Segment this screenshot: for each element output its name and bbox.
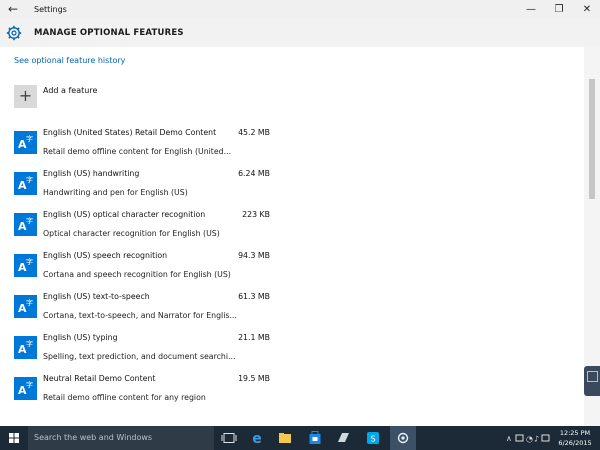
feature-description: Spelling, text prediction, and document … xyxy=(43,352,236,361)
pinned-app-icon[interactable] xyxy=(330,426,356,450)
language-feature-icon: A字 xyxy=(14,131,37,154)
edge-browser-icon[interactable]: e xyxy=(244,426,270,450)
feature-item[interactable]: A 字 English (US) speech recognition 94.3 MB… xyxy=(14,251,276,285)
feature-size: 94.3 MB xyxy=(238,251,270,260)
skype-icon[interactable]: S xyxy=(360,426,386,450)
language-feature-icon: A字 xyxy=(14,295,37,318)
feature-size: 6.24 MB xyxy=(238,169,270,178)
svg-text:S: S xyxy=(370,435,375,444)
feature-item[interactable]: A 字 English (US) handwriting 6.24 MB Handwri… xyxy=(14,169,276,203)
taskbar: Search the web and Windows e S ∧ ◔ ♪ 12:… xyxy=(0,426,600,450)
feature-item[interactable]: A 字 English (US) typing 21.1 MB Spelling, te… xyxy=(14,333,276,367)
feature-item[interactable]: A 字 English (United States) Retail Demo Co… xyxy=(14,128,276,162)
feature-item[interactable]: A 字 English (US) text-to-speech 61.3 MB Cort… xyxy=(14,292,276,326)
page-header: MANAGE OPTIONAL FEATURES xyxy=(0,19,600,47)
svg-text:字: 字 xyxy=(26,216,33,225)
clock-time: 12:25 PM xyxy=(559,429,591,437)
feature-size: 21.1 MB xyxy=(238,333,270,342)
feature-name: English (US) speech recognition xyxy=(43,251,168,260)
task-view-icon[interactable] xyxy=(216,426,242,450)
plus-icon: + xyxy=(14,85,37,108)
clock-date: 6/26/2015 xyxy=(558,439,592,447)
windows-start-icon[interactable] xyxy=(0,426,28,450)
language-feature-icon: A字 xyxy=(14,172,37,195)
close-button[interactable]: ✕ xyxy=(572,0,600,19)
taskbar-clock[interactable]: 12:25 PM 6/26/2015 xyxy=(552,428,598,448)
feature-size: 19.5 MB xyxy=(238,374,270,383)
gear-icon xyxy=(6,25,22,41)
svg-text:e: e xyxy=(252,431,262,447)
svg-text:字: 字 xyxy=(26,380,33,389)
features-content: See optional feature history + Add a fea… xyxy=(0,47,584,426)
feature-name: English (United States) Retail Demo Cont… xyxy=(43,128,217,137)
feature-description: Cortana, text-to-speech, and Narrator fo… xyxy=(43,311,237,320)
system-tray-icons[interactable]: ∧ ◔ ♪ xyxy=(504,426,552,450)
svg-text:字: 字 xyxy=(26,298,33,307)
svg-text:◔: ◔ xyxy=(526,435,533,444)
svg-text:∧: ∧ xyxy=(506,434,512,443)
add-feature-label: Add a feature xyxy=(43,86,98,95)
feature-description: Optical character recognition for Englis… xyxy=(43,229,220,238)
feature-size: 45.2 MB xyxy=(238,128,270,137)
minimize-button[interactable]: — xyxy=(516,0,546,19)
search-placeholder: Search the web and Windows xyxy=(34,433,153,442)
add-feature-button[interactable]: + Add a feature xyxy=(14,85,274,109)
language-feature-icon: A字 xyxy=(14,254,37,277)
window-title: Settings xyxy=(34,5,67,14)
svg-text:字: 字 xyxy=(26,257,33,266)
svg-text:♪: ♪ xyxy=(534,435,539,444)
settings-app-icon[interactable] xyxy=(390,426,416,450)
back-button[interactable]: ← xyxy=(4,1,22,18)
feature-size: 223 KB xyxy=(242,210,270,219)
feature-description: Retail demo offline content for English … xyxy=(43,147,232,156)
side-widget-icon[interactable] xyxy=(584,366,600,396)
feature-name: English (US) optical character recogniti… xyxy=(43,210,206,219)
feature-name: English (US) typing xyxy=(43,333,118,342)
feature-description: Handwriting and pen for English (US) xyxy=(43,188,188,197)
scrollbar-thumb[interactable] xyxy=(589,79,595,199)
feature-name: Neutral Retail Demo Content xyxy=(43,374,156,383)
taskbar-search-box[interactable]: Search the web and Windows xyxy=(28,426,214,450)
svg-text:字: 字 xyxy=(26,175,33,184)
feature-name: English (US) handwriting xyxy=(43,169,140,178)
feature-history-link[interactable]: See optional feature history xyxy=(14,56,125,65)
store-icon[interactable] xyxy=(302,426,328,450)
title-bar: ← Settings — ❐ ✕ xyxy=(0,0,600,19)
language-feature-icon: A字 xyxy=(14,213,37,236)
page-title: MANAGE OPTIONAL FEATURES xyxy=(34,28,184,38)
feature-description: Cortana and speech recognition for Engli… xyxy=(43,270,231,279)
feature-size: 61.3 MB xyxy=(238,292,270,301)
svg-text:字: 字 xyxy=(26,339,33,348)
language-feature-icon: A字 xyxy=(14,336,37,359)
feature-item[interactable]: A 字 English (US) optical character recogni… xyxy=(14,210,276,244)
maximize-button[interactable]: ❐ xyxy=(544,0,574,19)
file-explorer-icon[interactable] xyxy=(272,426,298,450)
feature-item[interactable]: A 字 Neutral Retail Demo Content 19.5 MB Reta… xyxy=(14,374,276,408)
feature-name: English (US) text-to-speech xyxy=(43,292,150,301)
svg-text:字: 字 xyxy=(26,134,33,143)
language-feature-icon: A字 xyxy=(14,377,37,400)
feature-description: Retail demo offline content for any regi… xyxy=(43,393,206,402)
